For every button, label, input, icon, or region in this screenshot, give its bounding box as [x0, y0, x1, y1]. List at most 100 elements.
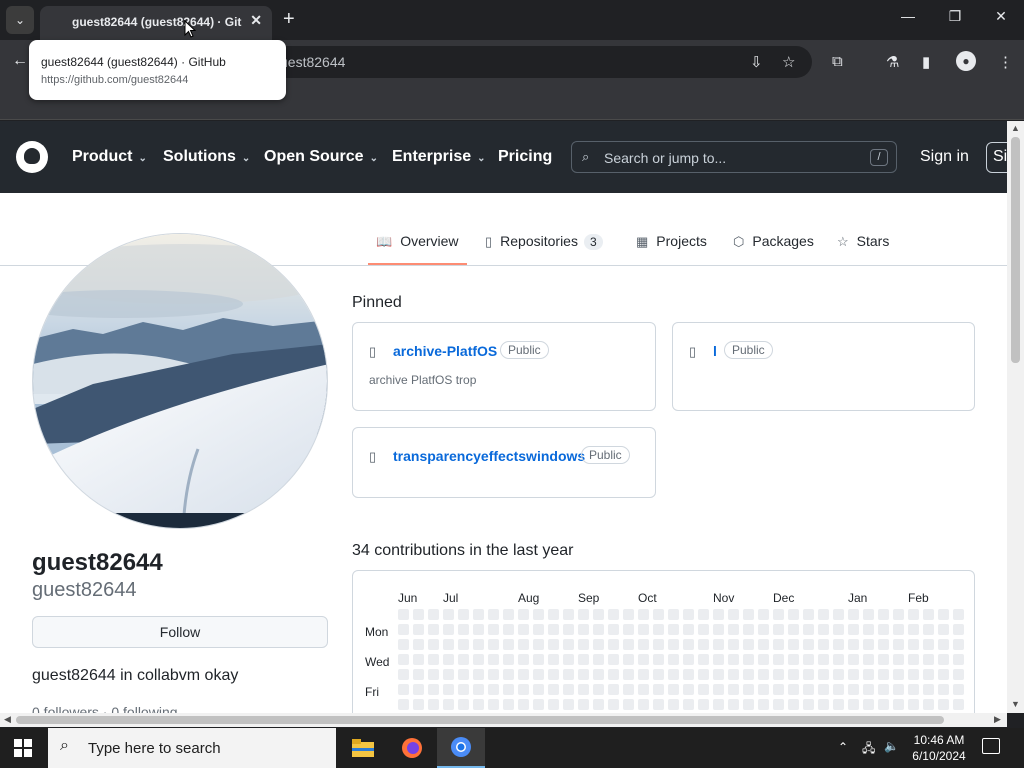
tab-label: Repositories: [500, 233, 578, 249]
labs-flask-icon[interactable]: ⚗: [886, 53, 899, 71]
contribution-cell: [653, 699, 664, 710]
tab-overview[interactable]: 📖 Overview: [376, 233, 459, 250]
contribution-cell: [398, 639, 409, 650]
taskbar-search-input[interactable]: ⌕ Type here to search: [48, 728, 336, 768]
contribution-cell: [803, 684, 814, 695]
extensions-icon[interactable]: ⧉: [832, 53, 843, 70]
install-app-icon[interactable]: ⇩: [750, 53, 763, 71]
nav-enterprise[interactable]: Enterprise ⌄: [392, 148, 486, 166]
contribution-cell: [518, 624, 529, 635]
contribution-cell: [908, 669, 919, 680]
contribution-cell: [713, 699, 724, 710]
contribution-cell: [668, 669, 679, 680]
contribution-cell: [803, 624, 814, 635]
nav-pricing[interactable]: Pricing: [498, 148, 552, 166]
repo-name-link[interactable]: transparencyeffectswindows: [393, 448, 585, 464]
profile-avatar-icon[interactable]: ●: [956, 51, 976, 71]
contribution-cell: [548, 684, 559, 695]
profile-bio: guest82644 in collabvm okay: [32, 667, 239, 684]
tab-projects[interactable]: ▦ Projects: [636, 233, 707, 250]
tab-stars[interactable]: ☆ Stars: [837, 233, 889, 250]
contribution-cell: [803, 609, 814, 620]
bookmark-star-icon[interactable]: ☆: [782, 53, 795, 71]
contribution-cell: [788, 699, 799, 710]
chrome-taskbar-icon[interactable]: [437, 728, 485, 768]
scrollbar-thumb[interactable]: [16, 716, 944, 724]
browser-tab-active[interactable]: guest82644 (guest82644) · GitHub ✕: [40, 6, 272, 40]
contribution-cell: [938, 624, 949, 635]
contribution-cell: [623, 699, 634, 710]
chevron-up-icon[interactable]: ⌃: [838, 740, 848, 754]
month-label: Sep: [578, 591, 600, 605]
volume-muted-icon[interactable]: 🔈: [884, 739, 899, 753]
restore-button[interactable]: ❐: [940, 8, 970, 25]
nav-open-source[interactable]: Open Source ⌄: [264, 148, 378, 166]
sign-up-button[interactable]: Si: [986, 142, 1007, 173]
contribution-cell: [758, 654, 769, 665]
contribution-cell: [923, 669, 934, 680]
minimize-button[interactable]: —: [893, 8, 923, 24]
scroll-left-icon[interactable]: ◀: [4, 714, 11, 725]
firefox-icon[interactable]: [388, 728, 436, 768]
menu-kebab-icon[interactable]: ⋮: [998, 53, 1013, 71]
contribution-cell: [833, 669, 844, 680]
contribution-cell: [488, 639, 499, 650]
contribution-cell: [458, 654, 469, 665]
repo-name-link[interactable]: l: [713, 343, 717, 359]
repo-name-link[interactable]: archive-PlatfOS: [393, 343, 497, 359]
contribution-cell: [818, 654, 829, 665]
avatar[interactable]: [32, 233, 328, 529]
contribution-cell: [578, 654, 589, 665]
scroll-right-icon[interactable]: ▶: [994, 714, 1001, 725]
tab-repositories[interactable]: ▯ Repositories 3: [485, 233, 603, 250]
month-label: Feb: [908, 591, 929, 605]
github-logo-icon[interactable]: [16, 141, 48, 173]
contribution-cell: [773, 684, 784, 695]
chevron-down-icon: ⌄: [369, 153, 378, 164]
new-tab-button[interactable]: +: [283, 8, 295, 31]
contribution-cell: [653, 684, 664, 695]
contribution-cell: [608, 699, 619, 710]
contribution-cell: [938, 684, 949, 695]
avatar-image: [33, 234, 327, 528]
followers-summary[interactable]: 0 followers · 0 following: [32, 704, 178, 713]
contribution-cell: [638, 699, 649, 710]
contribution-cell: [608, 639, 619, 650]
github-search-input[interactable]: ⌕ Search or jump to... /: [571, 141, 897, 173]
scrollbar-thumb[interactable]: [1011, 137, 1020, 363]
contribution-cell: [473, 639, 484, 650]
notification-center-icon[interactable]: [982, 738, 1000, 754]
vertical-scrollbar[interactable]: ▲ ▼: [1007, 121, 1024, 713]
network-icon[interactable]: 🖧: [862, 739, 875, 760]
contribution-cell: [623, 684, 634, 695]
sign-in-link[interactable]: Sign in: [920, 148, 969, 166]
contribution-cell: [398, 654, 409, 665]
nav-solutions[interactable]: Solutions ⌄: [163, 148, 250, 166]
contribution-cell: [713, 624, 724, 635]
back-arrow-icon[interactable]: ←: [12, 52, 28, 70]
tab-close-icon[interactable]: ✕: [250, 12, 262, 29]
contribution-cell: [563, 699, 574, 710]
file-explorer-icon[interactable]: [339, 728, 387, 768]
contribution-cell: [743, 639, 754, 650]
side-panel-icon[interactable]: ▮: [922, 53, 930, 71]
contribution-cell: [758, 639, 769, 650]
horizontal-scrollbar[interactable]: ◀ ▶: [0, 713, 1007, 727]
tab-search-button[interactable]: ⌄: [6, 6, 34, 34]
taskbar-search-placeholder: Type here to search: [88, 740, 221, 757]
address-text: uest82644: [280, 54, 346, 70]
tab-packages[interactable]: ⬡ Packages: [733, 233, 814, 250]
scroll-down-icon[interactable]: ▼: [1011, 699, 1020, 709]
contribution-cell: [803, 699, 814, 710]
taskbar-clock[interactable]: 10:46 AM 6/10/2024: [905, 732, 973, 764]
contribution-cell: [953, 669, 964, 680]
contribution-cell: [743, 699, 754, 710]
windows-start-icon[interactable]: [14, 739, 32, 757]
scroll-up-icon[interactable]: ▲: [1011, 123, 1020, 133]
clock-date: 6/10/2024: [912, 749, 966, 763]
nav-product[interactable]: Product ⌄: [72, 148, 147, 166]
close-window-button[interactable]: ✕: [986, 8, 1016, 25]
contribution-cell: [578, 639, 589, 650]
contribution-cell: [608, 609, 619, 620]
follow-button[interactable]: Follow: [32, 616, 328, 648]
